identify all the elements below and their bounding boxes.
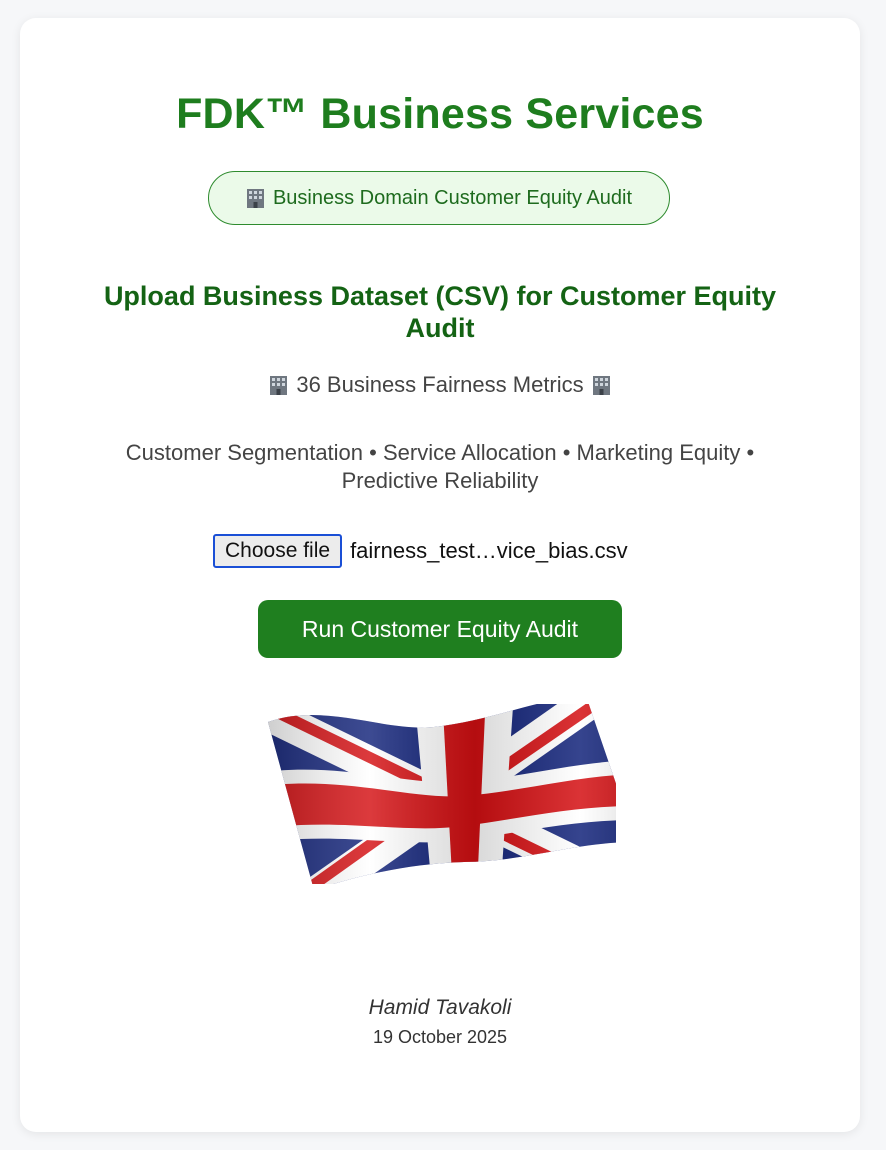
- author-name: Hamid Tavakoli: [368, 996, 512, 1019]
- page-title: FDK™ Business Services: [176, 90, 704, 138]
- union-jack-flag-image: [268, 704, 616, 884]
- domain-badge-label: Business Domain Customer Equity Audit: [272, 186, 633, 209]
- office-building-icon: [246, 189, 264, 208]
- file-input[interactable]: Choose file fairness_test…vice_bias.csv: [213, 534, 628, 568]
- upload-heading: Upload Business Dataset (CSV) for Custom…: [103, 281, 777, 343]
- run-audit-button[interactable]: Run Customer Equity Audit: [258, 600, 622, 658]
- selected-file-name: fairness_test…vice_bias.csv: [350, 538, 628, 563]
- footer-date: 19 October 2025: [372, 1027, 508, 1047]
- metric-categories: Customer Segmentation • Service Allocati…: [125, 440, 755, 493]
- domain-badge: Business Domain Customer Equity Audit: [208, 171, 670, 225]
- choose-file-button[interactable]: Choose file: [213, 534, 343, 568]
- metrics-label: 36 Business Fairness Metrics: [296, 372, 584, 397]
- office-building-icon: [592, 376, 610, 395]
- main-card: FDK™ Business Services Business Domain C…: [20, 18, 860, 1132]
- office-building-icon: [270, 376, 288, 395]
- metrics-line: 36 Business Fairness Metrics: [20, 372, 860, 398]
